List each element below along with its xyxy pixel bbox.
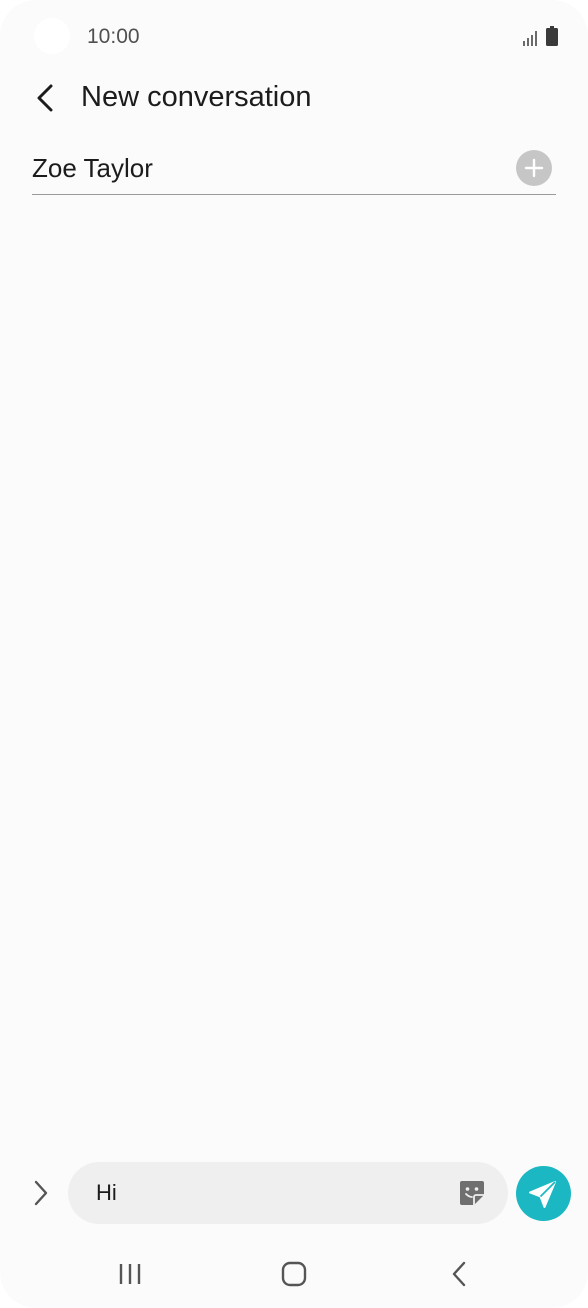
message-input[interactable]	[96, 1175, 436, 1211]
status-time: 10:00	[87, 25, 140, 48]
add-recipient-button[interactable]	[516, 150, 552, 186]
recents-icon	[119, 1264, 141, 1284]
send-button[interactable]	[516, 1166, 571, 1221]
chevron-left-icon	[37, 84, 53, 112]
back-button[interactable]	[26, 78, 66, 118]
battery-icon	[546, 26, 558, 46]
page-title: New conversation	[81, 81, 312, 113]
status-icons	[522, 26, 558, 46]
plus-icon	[524, 158, 544, 178]
send-icon	[516, 1166, 571, 1221]
recents-button[interactable]	[108, 1254, 152, 1294]
message-input-box	[68, 1162, 508, 1224]
camera-cutout	[34, 18, 70, 54]
nav-back-button[interactable]	[437, 1254, 481, 1294]
message-composer	[0, 1160, 588, 1226]
recipient-field	[32, 142, 556, 195]
navigation-bar	[0, 1240, 588, 1308]
app-bar: New conversation	[0, 72, 588, 124]
back-icon	[452, 1261, 466, 1287]
sticker-button[interactable]	[458, 1179, 486, 1207]
signal-icon	[523, 31, 537, 46]
recipient-input[interactable]	[32, 150, 502, 186]
screen: 10:00 New conversation	[0, 0, 588, 1308]
status-bar: 10:00	[0, 0, 588, 72]
home-icon	[281, 1261, 307, 1287]
expand-options-button[interactable]	[26, 1178, 56, 1208]
sticker-icon	[460, 1181, 484, 1205]
home-button[interactable]	[272, 1254, 316, 1294]
chevron-right-icon	[34, 1180, 48, 1206]
